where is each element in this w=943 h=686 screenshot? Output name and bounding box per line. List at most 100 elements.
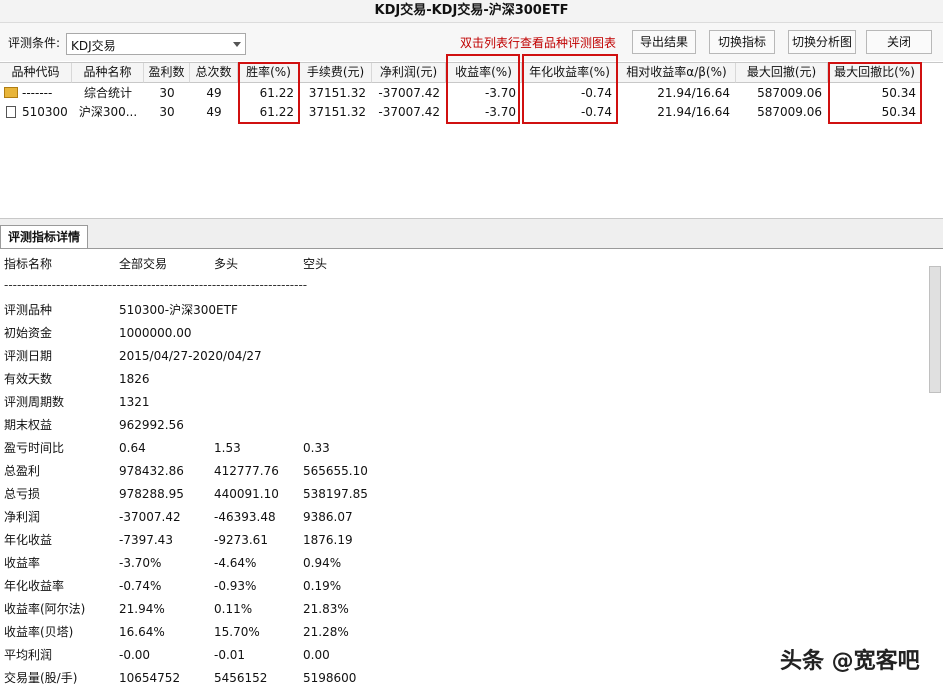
cell-netprofit: -37007.42	[378, 86, 440, 100]
cell-code: 510300	[22, 105, 68, 119]
detail-scrollbar[interactable]	[929, 266, 941, 393]
tab-strip: 评测指标详情	[0, 218, 943, 249]
detail-row-value: -0.74%	[119, 579, 162, 593]
detail-panel: 指标名称 全部交易 多头 空头 ------------------------…	[0, 248, 943, 686]
detail-header-name: 指标名称	[4, 257, 53, 271]
detail-row-value: 9386.07	[303, 510, 353, 524]
result-grid: 品种代码 品种名称 盈利数 总次数 胜率(%) 手续费(元) 净利润(元) 收益…	[0, 54, 943, 218]
detail-row-value: 15.70%	[214, 625, 260, 639]
detail-row-label: 收益率(阿尔法)	[4, 602, 86, 616]
detail-row-value: 978432.86	[119, 464, 184, 478]
condition-select-value: KDJ交易	[71, 39, 116, 53]
chevron-down-icon	[233, 42, 241, 47]
cell-relative-return: 21.94/16.64	[657, 86, 730, 100]
window-title: KDJ交易-KDJ交易-沪深300ETF	[0, 0, 943, 23]
detail-row-value: 510300-沪深300ETF	[119, 303, 238, 317]
detail-header-all: 全部交易	[119, 257, 168, 271]
detail-row-value: 0.94%	[303, 556, 342, 570]
hint-text: 双击列表行查看品种评测图表	[460, 36, 617, 50]
detail-row-label: 盈亏时间比	[4, 441, 65, 455]
highlight-return	[446, 54, 520, 124]
cell-total: 49	[206, 105, 222, 119]
condition-label: 评测条件:	[8, 36, 61, 50]
tab-detail[interactable]: 评测指标详情	[0, 225, 88, 249]
col-header-netprofit[interactable]: 净利润(元)	[372, 63, 446, 83]
detail-row-label: 收益率(贝塔)	[4, 625, 74, 639]
detail-row-label: 年化收益	[4, 533, 53, 547]
detail-row-value: -4.64%	[214, 556, 257, 570]
detail-row-label: 净利润	[4, 510, 41, 524]
detail-row-value: 0.00	[303, 648, 330, 662]
detail-row-value: -9273.61	[214, 533, 268, 547]
col-header-relative-return[interactable]: 相对收益率α/β(%)	[618, 63, 736, 83]
detail-row-value: 538197.85	[303, 487, 368, 501]
detail-row-label: 总盈利	[4, 464, 41, 478]
detail-row-value: -37007.42	[119, 510, 181, 524]
cell-relative-return: 21.94/16.64	[657, 105, 730, 119]
folder-icon	[4, 87, 18, 98]
detail-row-value: 440091.10	[214, 487, 279, 501]
detail-row-value: 1876.19	[303, 533, 353, 547]
detail-row-label: 评测周期数	[4, 395, 65, 409]
detail-row-value: 21.28%	[303, 625, 349, 639]
switch-chart-button[interactable]: 切换分析图	[788, 30, 856, 54]
detail-row-label: 总亏损	[4, 487, 41, 501]
detail-row-value: -7397.43	[119, 533, 173, 547]
detail-row-value: 1000000.00	[119, 326, 192, 340]
cell-name: 综合统计	[83, 86, 132, 100]
detail-row-value: -0.93%	[214, 579, 257, 593]
detail-row-label: 有效天数	[4, 372, 53, 386]
detail-row-value: 565655.10	[303, 464, 368, 478]
detail-row-value: 1321	[119, 395, 150, 409]
detail-row-label: 收益率	[4, 556, 41, 570]
detail-row-value: -0.00	[119, 648, 151, 662]
export-button[interactable]: 导出结果	[632, 30, 696, 54]
cell-total: 49	[206, 86, 222, 100]
detail-row-label: 交易量(股/手)	[4, 671, 78, 685]
detail-row-value: 5198600	[303, 671, 357, 685]
highlight-winrate	[238, 62, 300, 124]
detail-header-long: 多头	[214, 257, 239, 271]
cell-max-drawdown: 587009.06	[757, 86, 822, 100]
close-button[interactable]: 关闭	[866, 30, 932, 54]
detail-row-value: 978288.95	[119, 487, 184, 501]
detail-separator: ----------------------------------------…	[4, 278, 308, 292]
detail-row-value: 16.64%	[119, 625, 165, 639]
detail-row-value: 2015/04/27-2020/04/27	[119, 349, 262, 363]
detail-row-value: 5456152	[214, 671, 268, 685]
detail-row-value: -0.01	[214, 648, 246, 662]
cell-max-drawdown: 587009.06	[757, 105, 822, 119]
detail-row-value: -3.70%	[119, 556, 162, 570]
detail-row-value: 1.53	[214, 441, 241, 455]
detail-row-label: 期末权益	[4, 418, 53, 432]
watermark: 头条 @宽客吧	[780, 649, 920, 674]
col-header-wins[interactable]: 盈利数	[144, 63, 190, 83]
highlight-annual-return	[522, 54, 618, 124]
detail-header-short: 空头	[303, 257, 328, 271]
detail-row-label: 评测品种	[4, 303, 53, 317]
cell-fee: 37151.32	[308, 86, 366, 100]
cell-fee: 37151.32	[308, 105, 366, 119]
document-icon	[6, 106, 16, 118]
detail-row-label: 年化收益率	[4, 579, 65, 593]
col-header-code[interactable]: 品种代码	[0, 63, 72, 83]
condition-select[interactable]: KDJ交易	[66, 33, 246, 55]
detail-row-value: 10654752	[119, 671, 181, 685]
cell-netprofit: -37007.42	[378, 105, 440, 119]
detail-row-value: 0.64	[119, 441, 146, 455]
detail-row-label: 平均利润	[4, 648, 53, 662]
col-header-max-drawdown[interactable]: 最大回撤(元)	[736, 63, 828, 83]
col-header-total[interactable]: 总次数	[190, 63, 238, 83]
cell-name: 沪深300...	[78, 105, 138, 119]
detail-row-value: -46393.48	[214, 510, 276, 524]
col-header-fee[interactable]: 手续费(元)	[300, 63, 372, 83]
cell-wins: 30	[159, 105, 175, 119]
detail-row-label: 初始资金	[4, 326, 53, 340]
highlight-max-drawdown-ratio	[828, 62, 922, 124]
detail-row-value: 0.19%	[303, 579, 342, 593]
col-header-name[interactable]: 品种名称	[72, 63, 144, 83]
detail-row-value: 0.33	[303, 441, 330, 455]
detail-row-value: 21.83%	[303, 602, 349, 616]
switch-indicator-button[interactable]: 切换指标	[709, 30, 775, 54]
cell-code: -------	[22, 86, 53, 100]
